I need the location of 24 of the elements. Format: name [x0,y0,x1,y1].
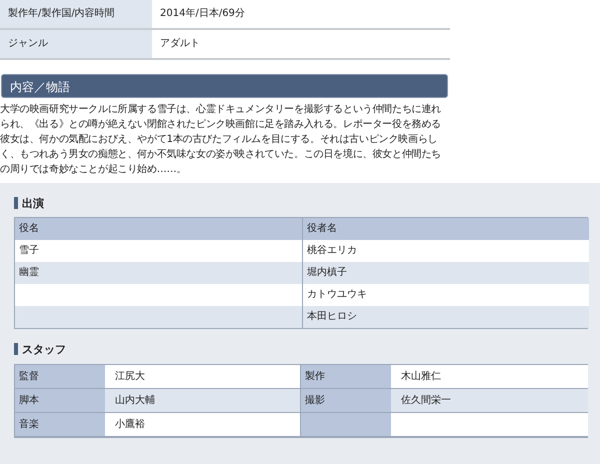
staff-role-cell: 監督 [15,365,105,389]
table-cell: カトウユウキ [302,284,589,306]
info-label: 製作年/製作国/内容時間 [0,0,152,30]
section-title: スタッフ [22,342,66,356]
staff-name-cell: 江尻大 [105,365,301,389]
staff-role-cell: 撮影 [301,389,391,413]
staff-role-cell: 製作 [301,365,391,389]
synopsis-text: 大学の映画研究サークルに所属する雪子は、心霊ドキュメンタリーを撮影するという仲間たちに連れられ、《出る》との噂が絶えない閉館されたピンク映画館に足を踏み入れる。レポーター役を務める彼女は、何かの気配におびえ、やがて1本の古びたフィルムを目にする。それは古いピンク映画らしく、もつれあう男女の痴態と、何か不気味な女の姿が映されていた。この日を境に、彼女と仲間たちの周りでは奇妙なことが起こり始め……。 [0,102,442,177]
staff-name-cell: 佐久間栄一 [391,389,588,413]
table-cell: 堀内槙子 [302,262,589,284]
table-cell: 幽霊 [15,262,302,284]
column-header: 役名 [15,218,302,240]
staff-role-cell: 脚本 [15,389,105,413]
table-cell: 雪子 [15,240,302,262]
staff-name-cell: 小鷹裕 [105,413,301,437]
table-cell: 本田ヒロシ [302,306,589,328]
section-title: 出演 [22,196,44,210]
staff-name-cell: 木山雅仁 [391,365,588,389]
section-header: 内容／物語 [1,74,448,98]
table-cell: 桃谷エリカ [302,240,589,262]
info-label: ジャンル [0,30,152,60]
staff-role-cell: 音楽 [15,413,105,437]
column-header: 役者名 [302,218,589,240]
staff-name-cell: 山内大輔 [105,389,301,413]
